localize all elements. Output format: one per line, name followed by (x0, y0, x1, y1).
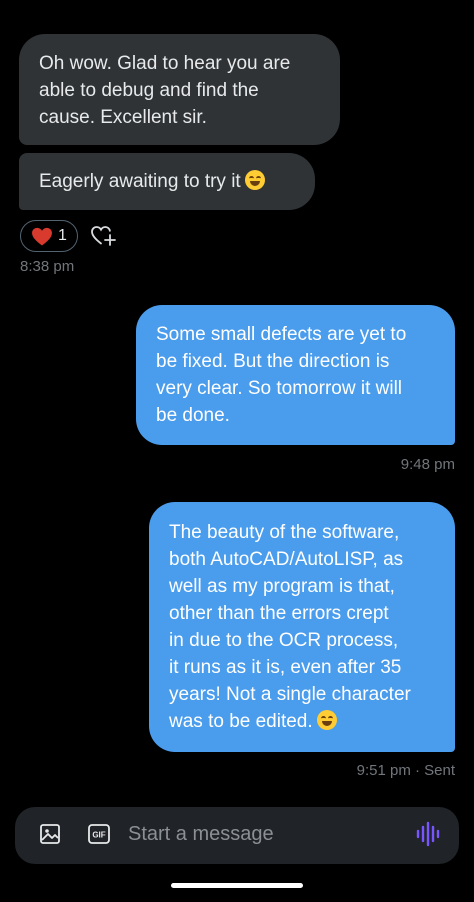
gif-label: GIF (92, 831, 105, 840)
image-icon[interactable] (39, 823, 61, 845)
message-input[interactable]: Start a message (128, 823, 274, 846)
received-message-bubble[interactable]: Oh wow. Glad to hear you are able to deb… (19, 34, 340, 145)
heart-reaction-button[interactable]: 1 (20, 220, 78, 252)
smiling-face-icon (244, 170, 265, 190)
voice-message-icon[interactable] (416, 821, 440, 847)
home-indicator (171, 883, 303, 888)
red-heart-icon (32, 227, 52, 246)
received-message-bubble[interactable]: Eagerly awaiting to try it (19, 153, 315, 210)
reaction-count: 1 (58, 227, 67, 244)
message-timestamp: 8:38 pm (20, 258, 75, 275)
message-text: Some small defects are yet to be fixed. … (156, 324, 407, 426)
add-reaction-button[interactable] (90, 224, 116, 248)
message-status-timestamp: 9:51 pm · Sent (356, 762, 455, 779)
sent-message-bubble[interactable]: Some small defects are yet to be fixed. … (136, 305, 455, 445)
message-text: Oh wow. Glad to hear you are able to deb… (39, 53, 291, 128)
message-text: Eagerly awaiting to try it (39, 171, 241, 192)
message-composer[interactable]: GIF Start a message (15, 807, 459, 864)
sent-message-bubble[interactable]: The beauty of the software, both AutoCAD… (149, 502, 455, 752)
gif-icon[interactable]: GIF (88, 824, 110, 844)
message-timestamp: 9:48 pm (400, 456, 455, 473)
heart-plus-icon (91, 226, 116, 246)
message-text: The beauty of the software, both AutoCAD… (169, 522, 411, 732)
grinning-face-icon (316, 710, 337, 730)
